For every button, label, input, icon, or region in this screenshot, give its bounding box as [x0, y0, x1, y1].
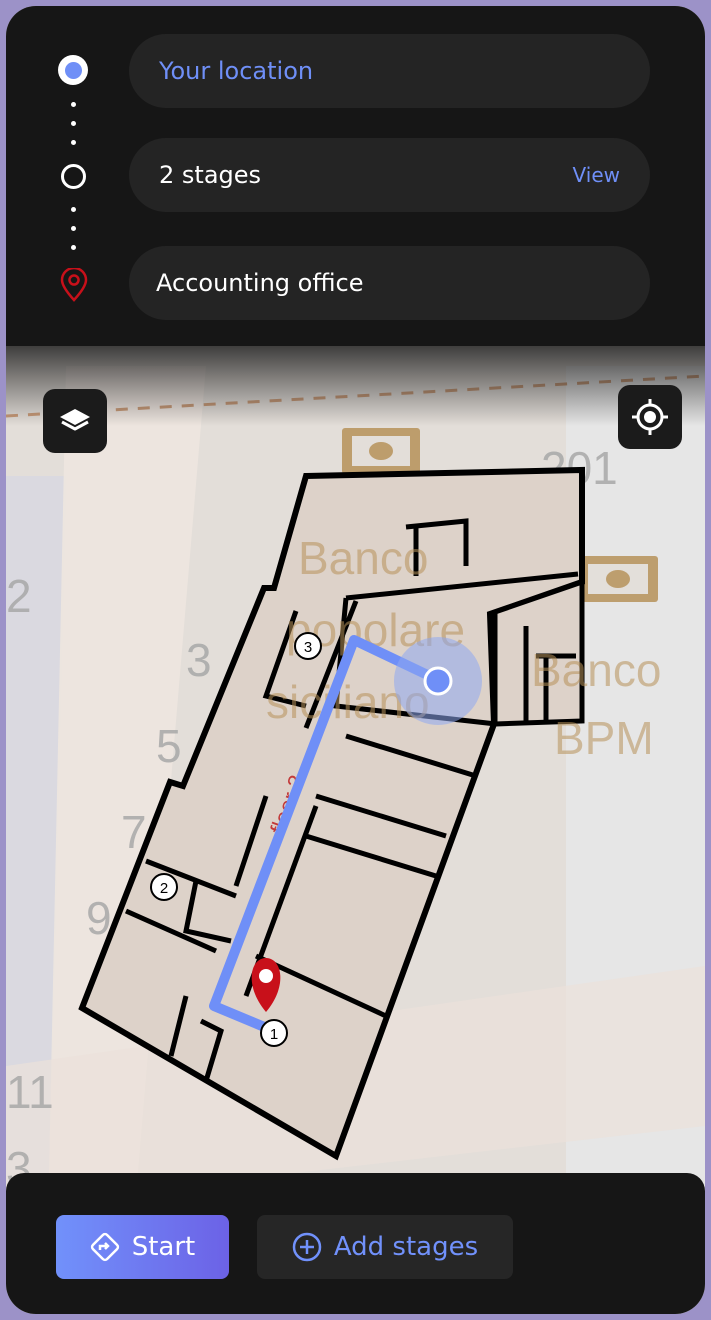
street-number: 5: [156, 720, 182, 772]
origin-field[interactable]: Your location: [129, 34, 650, 108]
add-stages-button[interactable]: Add stages: [257, 1215, 513, 1279]
svg-text:3: 3: [304, 639, 312, 656]
poi-label: Banco: [298, 532, 428, 584]
waypoint-marker[interactable]: 1: [260, 1019, 288, 1047]
stage-ring-icon: [61, 164, 86, 189]
locate-me-button[interactable]: [618, 385, 682, 449]
start-button[interactable]: Start: [56, 1215, 229, 1279]
plus-circle-icon: [292, 1232, 322, 1262]
route-header: Your location 2 stages View Accounting o…: [6, 6, 705, 346]
waypoint-marker[interactable]: 3: [294, 632, 322, 660]
view-stages-link[interactable]: View: [573, 163, 620, 187]
route-connector: [71, 207, 76, 212]
bank-icon: [578, 556, 658, 602]
svg-text:2: 2: [160, 880, 168, 897]
route-connector: [71, 102, 76, 107]
directions-icon: [90, 1232, 119, 1262]
map-pin-icon: [60, 268, 88, 302]
street-number: 11: [6, 1066, 54, 1118]
current-location-dot[interactable]: [423, 666, 453, 696]
poi-label: BPM: [554, 712, 654, 764]
destination-field[interactable]: Accounting office: [129, 246, 650, 320]
route-connector: [71, 245, 76, 250]
street-number: 2: [6, 570, 32, 622]
add-stages-label: Add stages: [333, 1232, 479, 1262]
crosshair-icon: [632, 399, 668, 435]
poi-label: Banco: [531, 644, 661, 696]
app-frame: 201 2 3 5 7 9 11 3: [6, 6, 705, 1314]
start-label: Start: [131, 1232, 196, 1262]
route-connector: [71, 140, 76, 145]
action-bar: Start Add stages: [6, 1173, 705, 1314]
route-connector: [71, 121, 76, 126]
layers-icon: [60, 409, 90, 431]
street-number: 3: [186, 634, 212, 686]
route-connector: [71, 226, 76, 231]
svg-text:1: 1: [270, 1026, 278, 1043]
stages-field[interactable]: 2 stages View: [129, 138, 650, 212]
origin-label: Your location: [159, 57, 314, 85]
waypoint-marker[interactable]: 2: [150, 873, 178, 901]
stages-label: 2 stages: [159, 161, 262, 189]
bank-icon: [342, 428, 420, 474]
layers-button[interactable]: [43, 389, 107, 453]
origin-dot-icon: [58, 55, 88, 85]
destination-label: Accounting office: [156, 269, 364, 297]
